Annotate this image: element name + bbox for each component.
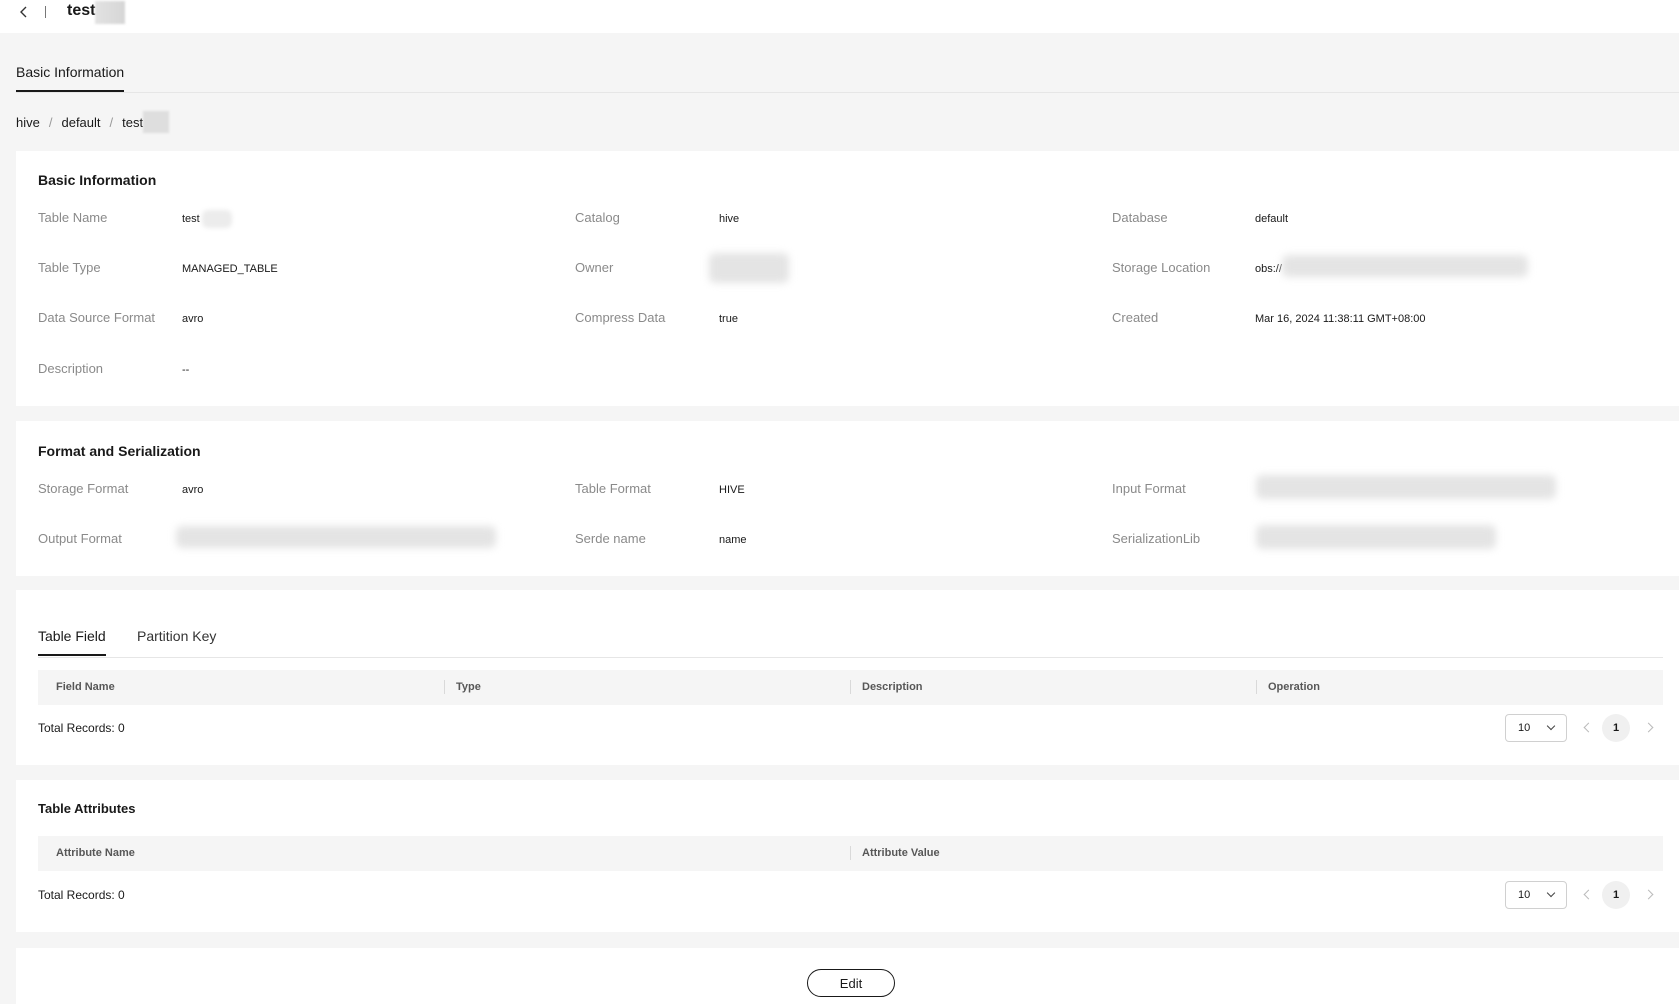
attributes-total-records: Total Records: 0 [38,888,125,902]
serde-name-value: name [719,534,747,546]
main-tabs: Basic Information [0,33,1679,93]
table-type-value: MANAGED_TABLE [182,263,278,275]
data-source-format-label: Data Source Format [38,310,156,325]
field-tabs: Table Field Partition Key [38,628,1663,658]
redacted-input-format [1256,475,1556,499]
page-size-value: 10 [1518,889,1531,901]
table-fields-card: Table Field Partition Key Field Name Typ… [16,590,1679,765]
fields-page-size-select[interactable]: 10 [1505,714,1567,742]
prev-page-icon[interactable] [1581,888,1593,900]
input-format-label: Input Format [1112,481,1186,496]
basic-information-title: Basic Information [38,172,157,188]
attributes-page-size-select[interactable]: 10 [1505,881,1567,909]
compress-data-label: Compress Data [575,310,666,325]
page-size-value: 10 [1518,722,1531,734]
catalog-label: Catalog [575,210,620,225]
chevron-down-icon [1546,721,1556,731]
column-divider [850,846,851,860]
attributes-page-number[interactable]: 1 [1602,881,1630,909]
column-attribute-value: Attribute Value [862,847,940,859]
column-type: Type [456,681,481,693]
format-serialization-card: Format and Serialization Storage Format … [16,421,1679,576]
tabs-divider [16,92,1679,93]
column-divider [1256,680,1257,694]
redacted-owner [709,253,789,283]
table-name-value: test [182,213,200,225]
page-title: test [67,2,96,19]
table-attributes-title: Table Attributes [38,801,136,816]
redacted-output-format [176,526,496,548]
chevron-down-icon [1546,888,1556,898]
fields-total-records: Total Records: 0 [38,721,125,735]
redacted-serialization-lib [1256,525,1496,549]
created-label: Created [1112,310,1159,325]
redacted-table-name [202,210,232,228]
table-name-label: Table Name [38,210,108,225]
fields-table-header: Field Name Type Description Operation [38,670,1663,705]
created-value: Mar 16, 2024 11:38:11 GMT+08:00 [1255,313,1426,325]
breadcrumb-separator: / [109,114,114,130]
attributes-table-header: Attribute Name Attribute Value [38,836,1663,871]
column-operation: Operation [1268,681,1320,693]
tab-basic-information[interactable]: Basic Information [16,64,125,92]
tab-partition-key[interactable]: Partition Key [137,628,216,654]
output-format-label: Output Format [38,531,122,546]
catalog-value: hive [719,213,740,225]
data-source-format-value: avro [182,313,204,325]
column-attribute-name: Attribute Name [56,847,135,859]
storage-location-value: obs:// [1255,263,1282,275]
database-label: Database [1112,210,1168,225]
table-format-label: Table Format [575,481,651,496]
description-value: -- [182,364,190,376]
database-value: default [1255,213,1289,225]
column-description: Description [862,681,923,693]
format-serialization-title: Format and Serialization [38,443,201,459]
table-attributes-card: Table Attributes Attribute Name Attribut… [16,780,1679,932]
storage-format-label: Storage Format [38,481,129,496]
serialization-lib-label: SerializationLib [1112,531,1201,546]
breadcrumb-table: test [122,114,144,130]
fields-page-number[interactable]: 1 [1602,714,1630,742]
serde-name-label: Serde name [575,531,646,546]
redacted-breadcrumb-suffix [143,111,170,133]
back-icon[interactable] [17,4,31,20]
description-label: Description [38,361,104,376]
top-bar: test [0,0,1679,33]
redacted-title-suffix [95,1,125,24]
storage-format-value: avro [182,484,204,496]
table-format-value: HIVE [719,484,745,496]
prev-page-icon[interactable] [1581,721,1593,733]
column-field-name: Field Name [56,681,115,693]
actions-bar: Edit [16,948,1679,1004]
breadcrumb-separator: / [48,114,53,130]
column-divider [850,680,851,694]
column-divider [444,680,445,694]
breadcrumb: hive / default / test [16,111,170,133]
breadcrumb-database[interactable]: default [61,115,100,130]
next-page-icon[interactable] [1644,888,1656,900]
next-page-icon[interactable] [1644,721,1656,733]
title-divider [45,6,46,18]
breadcrumb-catalog[interactable]: hive [16,115,40,130]
table-type-label: Table Type [38,260,101,275]
edit-button[interactable]: Edit [807,969,895,997]
compress-data-value: true [719,313,738,325]
redacted-storage-location [1282,255,1528,277]
tab-table-field[interactable]: Table Field [38,628,106,656]
owner-label: Owner [575,260,614,275]
basic-information-card: Basic Information Table Name test Catalo… [16,151,1679,406]
storage-location-label: Storage Location [1112,260,1211,275]
